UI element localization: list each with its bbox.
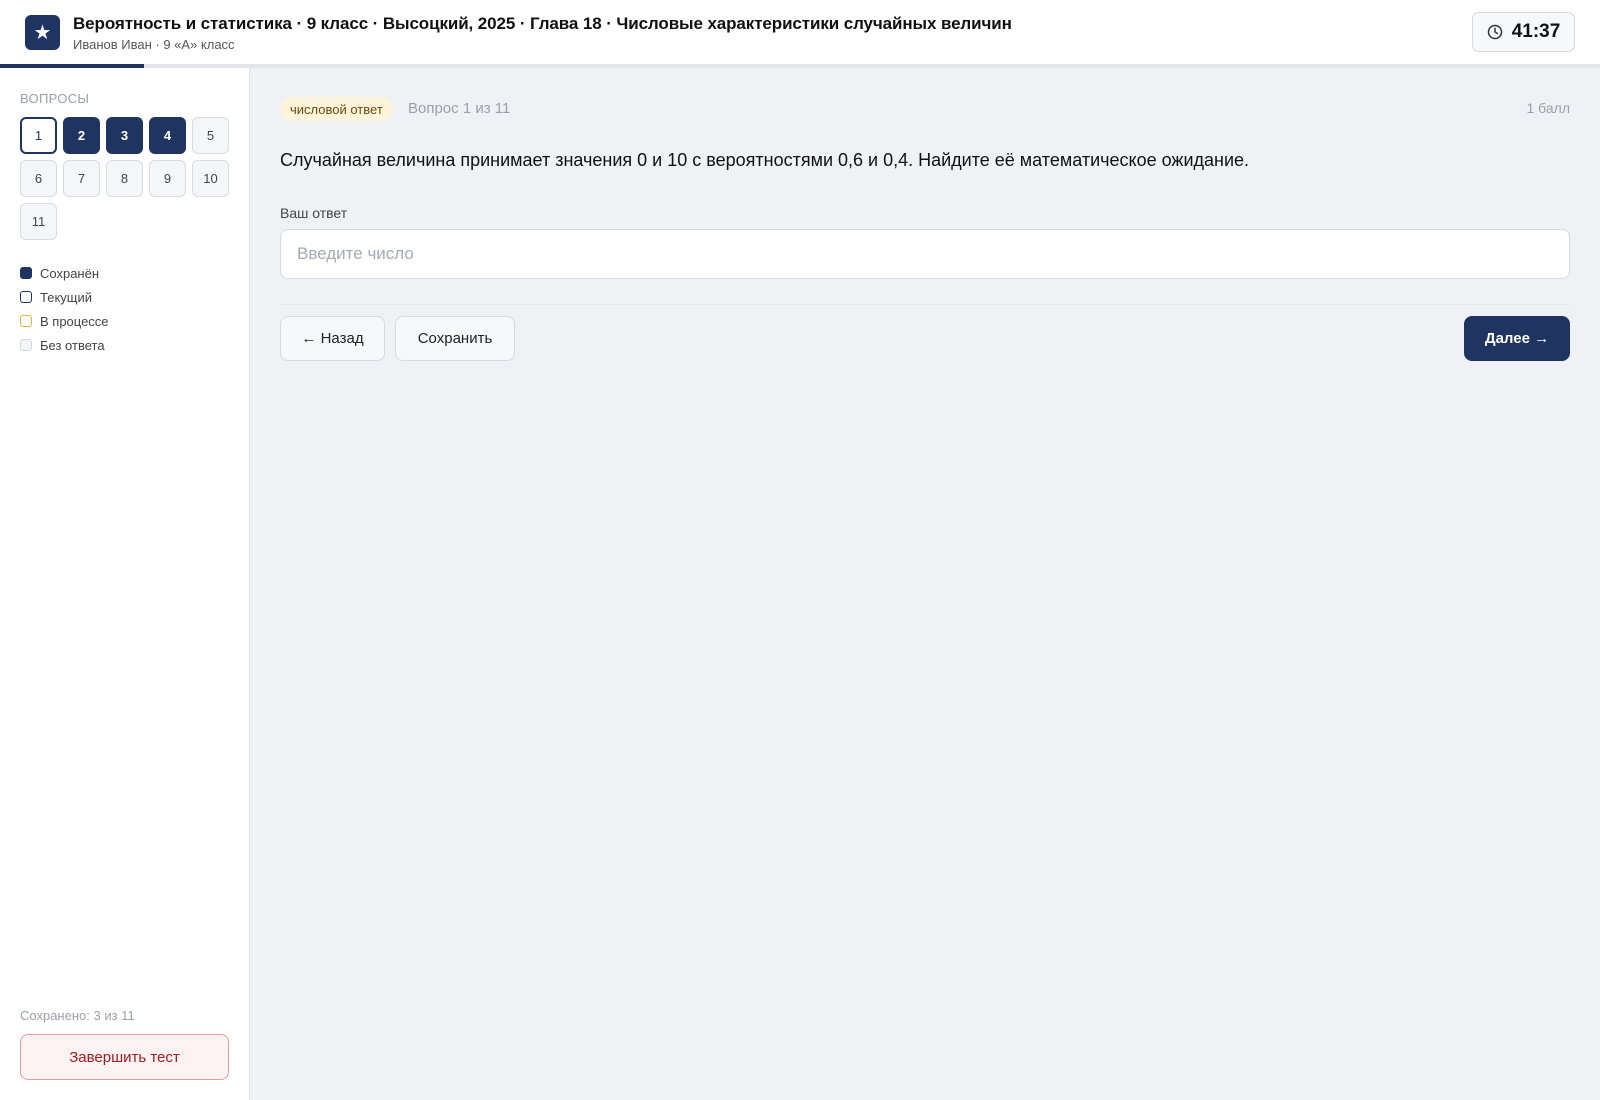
status-legend: Сохранён Текущий В процессе Без ответа [20,261,109,357]
question-nav-grid: 1 2 3 4 5 6 7 8 9 10 11 [20,117,235,240]
question-meta: числовой ответ Вопрос 1 из 11 1 балл [280,97,1570,121]
question-nav-button-11[interactable]: 11 [20,203,57,240]
legend-item-current: Текущий [20,285,109,309]
answer-label: Ваш ответ [280,205,348,221]
divider [280,304,1570,305]
legend-swatch-current [20,291,32,303]
question-number: Вопрос 1 из 11 [408,100,511,117]
question-nav-button-9[interactable]: 9 [149,160,186,197]
question-text: Случайная величина принимает значения 0 … [280,150,1250,170]
question-nav-button-7[interactable]: 7 [63,160,100,197]
legend-label: Сохранён [40,265,100,281]
legend-item-progress: В процессе [20,309,109,333]
legend-swatch-progress [20,315,32,327]
legend-item-saved: Сохранён [20,261,109,285]
app-header: ★ Вероятность и статистика · 9 класс · В… [0,0,1600,65]
answer-input[interactable] [280,229,1570,279]
question-nav-button-10[interactable]: 10 [192,160,229,197]
question-points: 1 балл [1526,100,1571,116]
next-button[interactable]: Далее → [1464,316,1570,361]
timer-value: 41:37 [1511,21,1561,42]
answer-type-badge: числовой ответ [280,97,393,121]
questions-heading: Вопросы [20,91,90,106]
question-nav-button-6[interactable]: 6 [20,160,57,197]
back-button[interactable]: ← Назад [280,316,385,361]
question-nav-button-2[interactable]: 2 [63,117,100,154]
saved-count: Сохранено: 3 из 11 [20,1008,135,1023]
question-nav-button-5[interactable]: 5 [192,117,229,154]
legend-label: Текущий [40,289,92,305]
student-info: Иванов Иван · 9 «А» класс [73,37,235,52]
clock-icon [1487,24,1502,40]
question-nav-button-1[interactable]: 1 [20,117,57,154]
timer: 41:37 [1472,12,1575,52]
legend-label: В процессе [40,313,109,329]
legend-swatch-saved [20,267,32,279]
title-block: Вероятность и статистика · 9 класс · Выс… [73,14,1012,52]
legend-label: Без ответа [40,337,105,353]
question-nav-button-8[interactable]: 8 [106,160,143,197]
question-nav-button-4[interactable]: 4 [149,117,186,154]
legend-swatch-none [20,339,32,351]
star-logo-icon: ★ [25,15,60,50]
save-button[interactable]: Сохранить [395,316,515,361]
sidebar: Вопросы 1 2 3 4 5 6 7 8 9 10 11 Сохранён Текущий В п… [0,68,250,1100]
finish-test-button[interactable]: Завершить тест [20,1034,229,1080]
legend-item-none: Без ответа [20,333,109,357]
page-title: Вероятность и статистика · 9 класс · Выс… [73,14,1012,33]
question-nav-button-3[interactable]: 3 [106,117,143,154]
